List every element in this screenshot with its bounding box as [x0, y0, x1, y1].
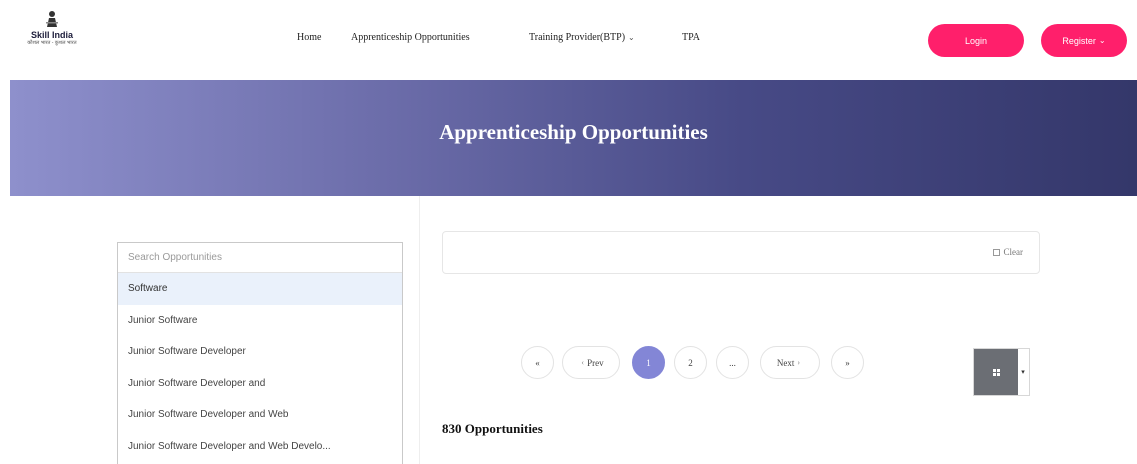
logo-text: Skill India — [30, 30, 73, 40]
grid-view-button[interactable] — [974, 349, 1018, 395]
clear-label: Clear — [1003, 247, 1024, 257]
search-input[interactable] — [118, 243, 402, 273]
column-divider — [419, 196, 420, 464]
header: Skill India कौशल भारत - कुशल भारत Home A… — [0, 0, 1137, 80]
chevron-down-icon: ⌄ — [1098, 36, 1106, 45]
nav-training-provider[interactable]: Training Provider(BTP) ⌄ — [529, 32, 635, 43]
suggestion-item[interactable]: Junior Software Developer and Web — [118, 399, 402, 431]
chevron-left-icon: ‹ — [581, 358, 585, 367]
suggestion-item[interactable]: Junior Software Developer and Web Develo… — [118, 431, 402, 463]
suggestion-item[interactable]: Junior Software Developer — [118, 336, 402, 368]
suggestion-item[interactable]: Software — [118, 273, 402, 305]
emblem-icon — [46, 11, 58, 27]
page-banner: Apprenticeship Opportunities — [10, 80, 1137, 196]
suggestion-item[interactable]: Junior Software — [118, 305, 402, 337]
logo-tagline: कौशल भारत - कुशल भारत — [27, 40, 77, 46]
chevron-down-icon: ⌄ — [628, 33, 635, 42]
nav-apprenticeship-opportunities[interactable]: Apprenticeship Opportunities — [351, 32, 470, 43]
square-icon — [992, 248, 1000, 256]
last-page-button[interactable]: » — [831, 346, 864, 379]
nav-training-provider-label: Training Provider(BTP) — [529, 32, 626, 43]
caret-down-icon[interactable]: ▾ — [1017, 349, 1029, 395]
page-ellipsis: ... — [716, 346, 749, 379]
page-2-button[interactable]: 2 — [674, 346, 707, 379]
search-autocomplete: Software Junior Software Junior Software… — [117, 242, 403, 464]
nav-tpa[interactable]: TPA — [682, 32, 700, 43]
grid-icon — [992, 368, 1000, 376]
skill-india-logo[interactable]: Skill India कौशल भारत - कुशल भारत — [20, 10, 84, 66]
login-button[interactable]: Login — [928, 24, 1024, 57]
suggestion-list: Software Junior Software Junior Software… — [118, 273, 402, 462]
chevron-right-icon: › — [797, 358, 801, 367]
register-label: Register — [1062, 35, 1096, 46]
results-count: 830 Opportunities — [442, 421, 543, 436]
clear-filters-button[interactable]: Clear — [992, 247, 1024, 257]
next-page-button[interactable]: Next › — [760, 346, 820, 379]
prev-label: Prev — [587, 357, 604, 368]
register-button[interactable]: Register ⌄ — [1041, 24, 1127, 57]
nav-home[interactable]: Home — [297, 32, 321, 43]
active-filters-box: Clear — [442, 231, 1040, 274]
prev-page-button[interactable]: ‹ Prev — [562, 346, 620, 379]
view-toggle[interactable]: ▾ — [973, 348, 1030, 396]
page-1-button[interactable]: 1 — [632, 346, 665, 379]
first-page-button[interactable]: « — [521, 346, 554, 379]
page-title: Apprenticeship Opportunities — [439, 120, 708, 144]
next-label: Next — [776, 357, 795, 368]
suggestion-item[interactable]: Junior Software Developer and — [118, 368, 402, 400]
